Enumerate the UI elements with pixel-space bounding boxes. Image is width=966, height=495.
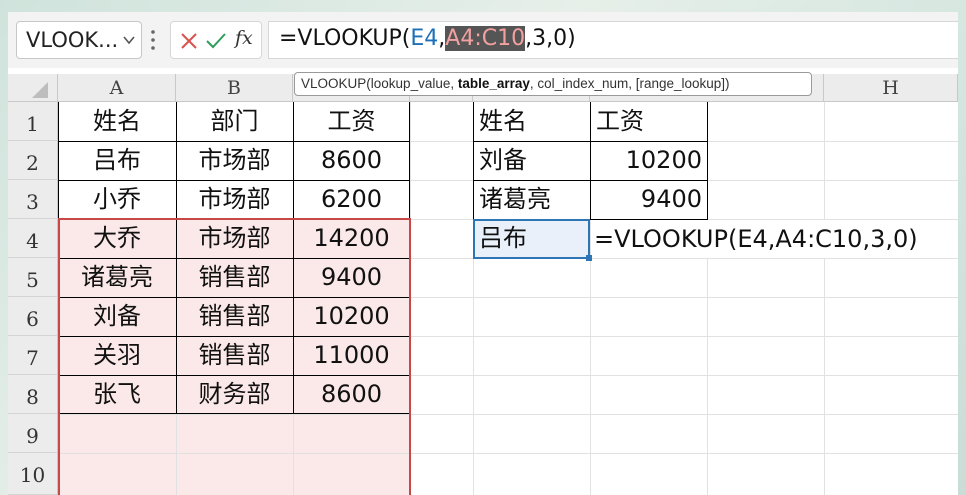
table-cell[interactable]: 市场部 <box>176 180 293 219</box>
table-cell[interactable]: 关羽 <box>58 336 176 375</box>
row-header-1[interactable]: 1 <box>8 102 58 141</box>
formula-bar: VLOOK... fx =VLOOKUP(E4,A4:C10,3,0) <box>8 12 958 68</box>
formula-ref-e4: E4 <box>410 26 439 51</box>
chevron-down-icon[interactable] <box>123 35 135 45</box>
header-cell-dept[interactable]: 部门 <box>176 102 293 141</box>
table-cell[interactable]: 8600 <box>293 141 410 180</box>
table-border <box>707 102 708 219</box>
tooltip-func: VLOOKUP( <box>301 76 371 91</box>
row-header-10[interactable]: 10 <box>8 453 58 495</box>
table-cell[interactable]: 诸葛亮 <box>479 180 589 219</box>
column-header-a[interactable]: A <box>58 74 176 102</box>
fill-handle[interactable] <box>586 255 592 261</box>
name-box[interactable]: VLOOK... <box>16 21 142 59</box>
row-header-3[interactable]: 3 <box>8 180 58 219</box>
cancel-icon[interactable] <box>179 31 199 51</box>
formula-ref-range: A4:C10 <box>445 26 526 51</box>
column-header-h[interactable]: H <box>824 74 958 102</box>
insert-function-icon[interactable]: fx <box>235 27 253 49</box>
select-all-icon <box>32 82 48 98</box>
header-cell-name[interactable]: 姓名 <box>58 102 176 141</box>
row-header-8[interactable]: 8 <box>8 375 58 414</box>
in-cell-formula-editor[interactable]: =VLOOKUP(E4,A4:C10,3,0) <box>594 220 918 258</box>
table-cell[interactable]: 8600 <box>293 375 410 414</box>
table-cell[interactable]: 10200 <box>590 141 702 180</box>
table-cell[interactable]: 销售部 <box>176 258 293 297</box>
tooltip-arg3[interactable]: , col_index_num, [range_lookup]) <box>530 76 730 91</box>
table-cell[interactable]: 财务部 <box>176 375 293 414</box>
table-cell[interactable]: 14200 <box>293 219 410 258</box>
table-cell[interactable]: 9400 <box>590 180 702 219</box>
table-cell[interactable]: 刘备 <box>479 141 589 180</box>
row-header-6[interactable]: 6 <box>8 297 58 336</box>
row-header-2[interactable]: 2 <box>8 141 58 180</box>
row-header-4[interactable]: 4 <box>8 219 58 258</box>
table-cell[interactable]: 市场部 <box>176 141 293 180</box>
row-header-9[interactable]: 9 <box>8 414 58 453</box>
table-cell[interactable]: 吕布 <box>58 141 176 180</box>
row-header-7[interactable]: 7 <box>8 336 58 375</box>
formula-text: =VLOOKUP(E4,A4:C10,3,0) <box>279 26 576 51</box>
table-cell[interactable]: 11000 <box>293 336 410 375</box>
tooltip-arg1[interactable]: lookup_value, <box>371 76 458 91</box>
row-header-5[interactable]: 5 <box>8 258 58 297</box>
table-cell[interactable]: 9400 <box>293 258 410 297</box>
formula-suffix: ,3,0) <box>525 26 576 51</box>
table-cell[interactable]: 销售部 <box>176 297 293 336</box>
name-box-text: VLOOK... <box>26 28 119 52</box>
tooltip-arg2[interactable]: table_array <box>458 76 530 91</box>
table-cell[interactable]: 刘备 <box>58 297 176 336</box>
spreadsheet-window: VLOOK... fx =VLOOKUP(E4,A4:C10,3,0) A B <box>8 12 958 495</box>
header-cell-salary[interactable]: 工资 <box>293 102 410 141</box>
table-cell[interactable]: 市场部 <box>176 219 293 258</box>
function-signature-tooltip: VLOOKUP(lookup_value, table_array, col_i… <box>294 72 812 96</box>
table-cell[interactable]: 销售部 <box>176 336 293 375</box>
confirm-check-icon[interactable] <box>205 31 227 51</box>
header-cell-salary[interactable]: 工资 <box>596 102 706 141</box>
active-cell-text: 吕布 <box>479 224 527 252</box>
formula-input[interactable]: =VLOOKUP(E4,A4:C10,3,0) <box>268 21 958 59</box>
table-cell[interactable]: 诸葛亮 <box>58 258 176 297</box>
table-cell[interactable]: 大乔 <box>58 219 176 258</box>
select-all-corner[interactable] <box>8 74 58 102</box>
more-options-icon[interactable] <box>150 27 156 53</box>
table-cell[interactable]: 10200 <box>293 297 410 336</box>
table-cell[interactable]: 小乔 <box>58 180 176 219</box>
gridline <box>824 102 825 495</box>
table-cell[interactable]: 张飞 <box>58 375 176 414</box>
column-header-b[interactable]: B <box>176 74 293 102</box>
formula-prefix: =VLOOKUP( <box>279 26 411 51</box>
table-cell[interactable]: 6200 <box>293 180 410 219</box>
header-cell-name[interactable]: 姓名 <box>479 102 589 141</box>
formula-buttons: fx <box>170 21 262 59</box>
